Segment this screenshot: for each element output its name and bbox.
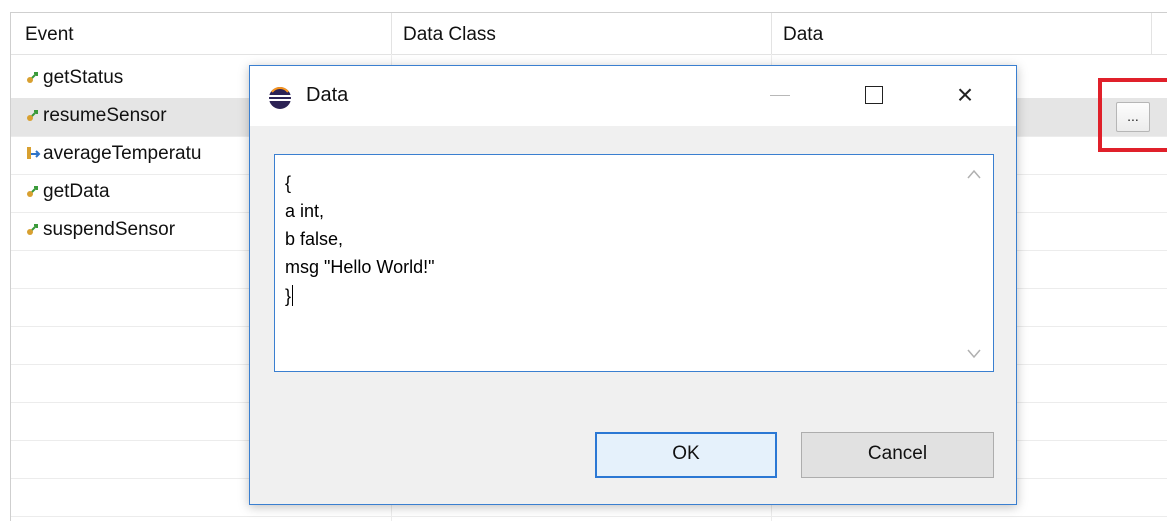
- data-text-area[interactable]: { a int, b false, msg "Hello World!" }: [274, 154, 994, 372]
- dialog-titlebar[interactable]: Data ×: [250, 66, 1016, 126]
- column-header-event[interactable]: Event: [25, 13, 74, 54]
- text-line: {: [285, 173, 292, 193]
- scroll-down-icon[interactable]: [967, 349, 981, 359]
- minimize-icon[interactable]: [770, 95, 790, 96]
- table-header: Event Data Class Data: [11, 13, 1167, 55]
- maximize-icon[interactable]: [865, 86, 883, 104]
- operation-icon: [27, 186, 38, 197]
- output-event-icon: [27, 147, 41, 159]
- text-line: }: [285, 286, 292, 306]
- close-icon[interactable]: ×: [950, 80, 980, 110]
- event-name: getData: [43, 181, 110, 202]
- column-header-data-class[interactable]: Data Class: [403, 13, 496, 54]
- dialog-title: Data: [306, 84, 349, 106]
- data-dialog: Data × { a int, b false, msg "Hello Worl…: [249, 65, 1017, 505]
- highlight-box: [1098, 78, 1167, 152]
- operation-icon: [27, 224, 38, 235]
- eclipse-icon: [269, 87, 291, 109]
- event-name: getStatus: [43, 67, 124, 88]
- column-header-data[interactable]: Data: [783, 13, 823, 54]
- event-name: resumeSensor: [43, 105, 167, 126]
- operation-icon: [27, 110, 38, 121]
- ok-button[interactable]: OK: [595, 432, 777, 478]
- scroll-up-icon[interactable]: [967, 169, 981, 179]
- event-name: suspendSensor: [43, 219, 176, 240]
- operation-icon: [27, 72, 38, 83]
- text-caret: [292, 285, 294, 306]
- event-name: averageTemperatu: [43, 143, 202, 164]
- cancel-button[interactable]: Cancel: [801, 432, 994, 478]
- text-line: b false,: [285, 229, 344, 249]
- text-line: msg "Hello World!": [285, 257, 435, 277]
- text-line: a int,: [285, 201, 325, 221]
